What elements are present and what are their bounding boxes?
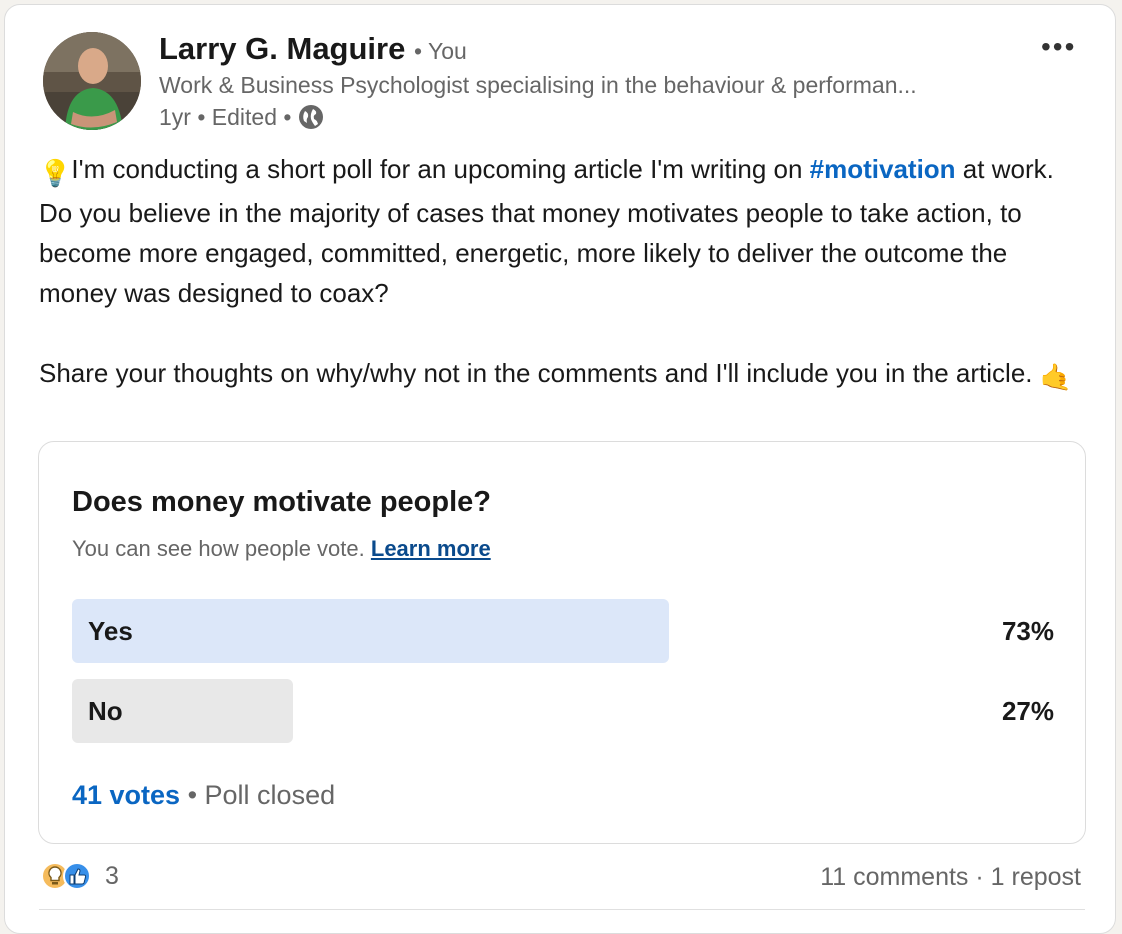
poll-question: Does money motivate people? [72, 486, 491, 518]
post-paragraph-1: 💡I'm conducting a short poll for an upco… [39, 149, 1089, 313]
poll-option-percent: 73% [1001, 616, 1054, 646]
social-stats: 11 comments · 1 repost [820, 863, 1081, 892]
like-reaction-icon [63, 862, 91, 890]
reaction-count: 3 [105, 861, 119, 890]
globe-icon [297, 103, 325, 131]
post-text: 💡I'm conducting a short poll for an upco… [39, 149, 1089, 397]
reaction-icons [41, 861, 99, 891]
poll-card: Does money motivate people? You can see … [38, 441, 1086, 844]
post-card: Larry G. Maguire • You Work & Business P… [4, 4, 1116, 934]
reactions-summary[interactable]: 3 [41, 861, 119, 891]
poll-option-label: No [88, 696, 123, 726]
poll-option-yes[interactable]: Yes 73% [72, 599, 1054, 663]
learn-more-link[interactable]: Learn more [371, 536, 491, 561]
author-avatar[interactable] [43, 32, 141, 130]
lightbulb-emoji: 💡 [39, 158, 72, 188]
avatar-photo [43, 32, 141, 130]
poll-votes-link[interactable]: 41 votes [72, 780, 180, 810]
post-meta: 1yr • Edited • [159, 103, 325, 131]
post-meta-text: 1yr • Edited • [159, 103, 292, 130]
post-paragraph-2: Share your thoughts on why/why not in th… [39, 353, 1089, 397]
poll-subtitle: You can see how people vote. Learn more [72, 536, 491, 562]
poll-option-label: Yes [88, 616, 133, 646]
poll-status: • Poll closed [180, 780, 336, 810]
hashtag-motivation[interactable]: #motivation [810, 154, 956, 184]
comments-count-link[interactable]: 11 comments [820, 863, 968, 891]
poll-option-percent: 27% [1001, 696, 1054, 726]
poll-option-no[interactable]: No 27% [72, 679, 1054, 743]
poll-subtitle-text: You can see how people vote. [72, 536, 365, 561]
post-paragraph-2-text: Share your thoughts on why/why not in th… [39, 358, 1040, 388]
poll-option-bar [72, 599, 669, 663]
author-headline: Work & Business Psychologist specialisin… [159, 72, 917, 98]
call-me-hand-emoji: 🤙 [1039, 362, 1073, 392]
reposts-count-link[interactable]: 1 repost [991, 863, 1081, 891]
author-name[interactable]: Larry G. Maguire • You [159, 31, 467, 67]
stats-separator: · [968, 863, 991, 891]
post-text-before-tag: I'm conducting a short poll for an upcom… [71, 154, 810, 184]
author-name-text[interactable]: Larry G. Maguire [159, 31, 405, 66]
author-relation: • You [413, 38, 467, 64]
more-options-icon[interactable]: ••• [1041, 31, 1076, 63]
divider [39, 909, 1085, 910]
poll-footer: 41 votes • Poll closed [72, 780, 335, 811]
